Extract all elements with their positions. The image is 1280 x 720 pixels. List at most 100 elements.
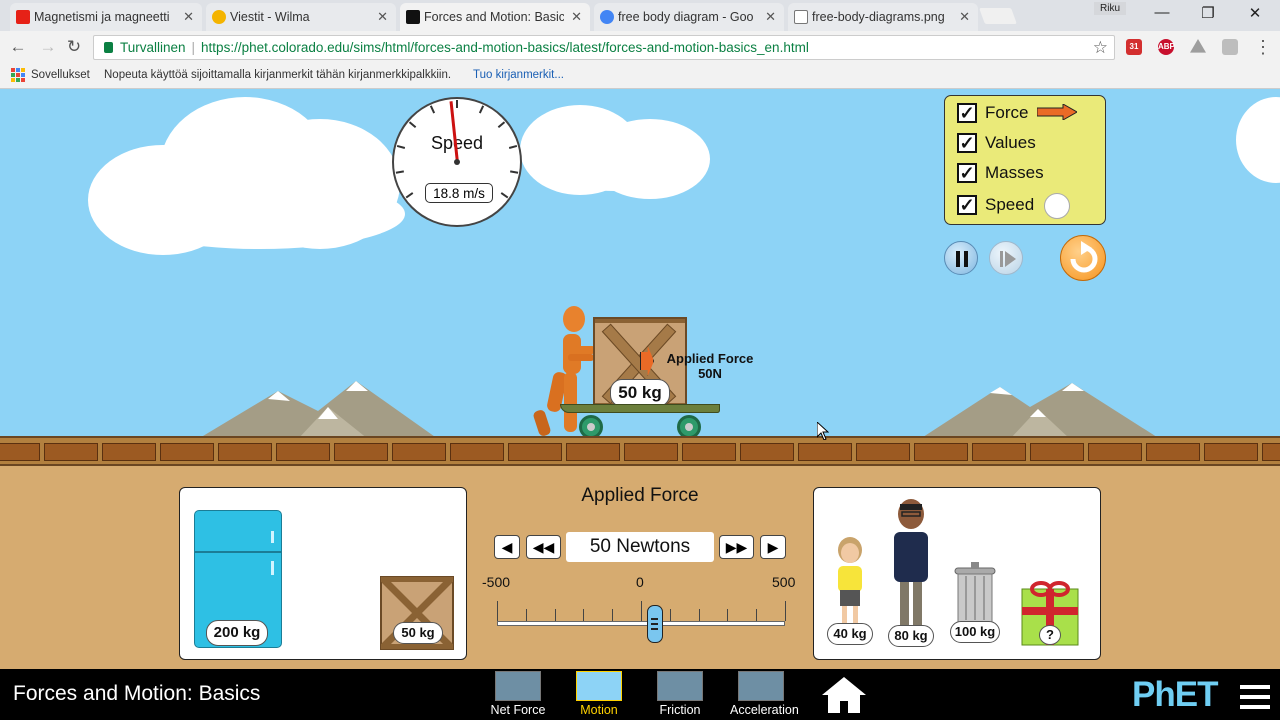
step-icon — [1000, 251, 1016, 267]
mouse-cursor-icon — [817, 422, 829, 440]
tab-friction[interactable]: Friction — [649, 671, 711, 717]
slider-tick — [583, 609, 585, 621]
menu-icon[interactable] — [1240, 685, 1270, 709]
increase-large-button[interactable]: ▶▶ — [719, 535, 754, 559]
forward-icon[interactable]: → — [38, 37, 58, 57]
tab-wilma[interactable]: Viestit - Wilma ✕ — [206, 3, 396, 31]
close-icon[interactable]: ✕ — [183, 9, 194, 25]
url-input[interactable]: Turvallinen | https://phet.colorado.edu/… — [93, 35, 1115, 60]
left-objects-box: 200 kg 50 kg — [179, 487, 467, 660]
slider-tick — [727, 609, 729, 621]
tab-title: Viestit - Wilma — [230, 10, 310, 24]
drive-icon[interactable] — [1190, 39, 1206, 53]
mountains-left — [198, 381, 438, 439]
tab-youtube[interactable]: Magnetismi ja magneetti ✕ — [10, 3, 202, 31]
bookmarks-bar: Sovellukset Nopeuta käyttöä sijoittamall… — [0, 63, 1280, 89]
applied-force-annotation: Applied Force 50N — [666, 351, 754, 381]
track-brick — [566, 443, 620, 461]
force-checkbox[interactable]: ✓ Force — [957, 101, 1028, 125]
slider-max-label: 500 — [772, 574, 796, 590]
file-icon — [794, 10, 808, 24]
close-icon[interactable]: ✕ — [571, 9, 582, 25]
slider-tick — [612, 609, 614, 621]
track-brick — [0, 443, 40, 461]
checkmark-icon: ✓ — [957, 103, 977, 123]
bookmark-star-icon[interactable]: ☆ — [1093, 38, 1108, 58]
pause-icon — [956, 251, 968, 267]
track-brick — [972, 443, 1026, 461]
skateboard — [560, 404, 720, 413]
man-mass-label: 80 kg — [888, 625, 934, 647]
pdf-icon[interactable] — [1222, 39, 1238, 55]
reset-icon — [1070, 241, 1098, 273]
applied-force-slider-thumb[interactable] — [647, 605, 664, 643]
step-button[interactable] — [989, 241, 1023, 275]
close-icon[interactable]: ✕ — [765, 9, 776, 25]
decrease-large-button[interactable]: ◀◀ — [526, 535, 561, 559]
slider-tick — [525, 609, 527, 621]
reload-icon[interactable]: ↻ — [64, 37, 84, 57]
decrease-small-button[interactable]: ◀ — [494, 535, 520, 559]
speed-readout: 18.8 m/s — [425, 183, 493, 203]
tab-forces-motion[interactable]: Forces and Motion: Basic ✕ — [400, 3, 590, 31]
back-icon[interactable]: ← — [8, 37, 28, 57]
bookmarks-hint: Nopeuta käyttöä sijoittamalla kirjanmerk… — [104, 69, 452, 81]
tab-label: Net Force — [490, 703, 546, 717]
new-tab-button[interactable] — [979, 8, 1017, 24]
tab-title: free body diagram - Goo — [618, 10, 754, 24]
increase-small-button[interactable]: ▶ — [760, 535, 786, 559]
checkmark-icon: ✓ — [957, 133, 977, 153]
track-brick — [1088, 443, 1142, 461]
wilma-icon — [212, 10, 226, 24]
extension-calendar-icon[interactable]: 31 — [1126, 39, 1142, 55]
adblock-icon[interactable]: ABP — [1158, 39, 1175, 55]
lock-icon — [104, 42, 113, 53]
friction-thumbnail — [657, 671, 703, 701]
tab-google-search[interactable]: free body diagram - Goo ✕ — [594, 3, 784, 31]
man-figure[interactable] — [888, 498, 934, 638]
tab-title: Forces and Motion: Basic — [424, 10, 564, 24]
slider-tick — [756, 609, 758, 621]
phet-logo[interactable]: PhET — [1132, 675, 1218, 715]
right-objects-box: 40 kg 80 kg 100 kg ? — [813, 487, 1101, 660]
tab-motion[interactable]: Motion — [568, 671, 630, 717]
pause-button[interactable] — [944, 241, 978, 275]
chrome-menu-icon[interactable]: ⋮ — [1253, 37, 1273, 58]
restore-icon[interactable]: ❐ — [1193, 4, 1223, 22]
apps-grid-icon[interactable] — [11, 68, 25, 82]
close-icon[interactable]: ✕ — [377, 9, 388, 25]
checkmark-icon: ✓ — [957, 163, 977, 183]
girl-mass-label: 40 kg — [827, 623, 873, 645]
values-checkbox[interactable]: ✓ Values — [957, 131, 1036, 155]
track-brick — [102, 443, 156, 461]
refrigerator-mass-label: 200 kg — [206, 620, 268, 646]
track-brick — [740, 443, 794, 461]
window-close-icon[interactable]: ✕ — [1240, 4, 1270, 22]
applied-force-value-field[interactable]: 50 Newtons — [566, 532, 714, 562]
user-badge[interactable]: Riku — [1094, 2, 1127, 15]
applied-force-slider-track[interactable] — [497, 621, 785, 626]
tab-image-file[interactable]: free-body-diagrams.png ✕ — [788, 3, 978, 31]
girl-figure[interactable] — [830, 536, 870, 632]
motion-thumbnail — [576, 671, 622, 701]
tab-net-force[interactable]: Net Force — [487, 671, 549, 717]
reset-button[interactable] — [1060, 235, 1106, 281]
minimize-icon[interactable]: — — [1147, 4, 1177, 21]
close-icon[interactable]: ✕ — [959, 9, 970, 25]
home-icon[interactable] — [822, 677, 866, 713]
ground-track — [0, 436, 1280, 466]
masses-checkbox[interactable]: ✓ Masses — [957, 161, 1044, 185]
trash-can-mass-label: 100 kg — [950, 621, 1000, 643]
option-label: Force — [985, 103, 1029, 122]
address-bar: ← → ↻ Turvallinen | https://phet.colorad… — [0, 31, 1280, 63]
slider-tick — [554, 609, 556, 621]
speed-checkbox[interactable]: ✓ Speed — [957, 193, 1034, 217]
acceleration-thumbnail — [738, 671, 784, 701]
apps-link[interactable]: Sovellukset — [31, 69, 90, 81]
phet-icon — [406, 10, 420, 24]
import-bookmarks-link[interactable]: Tuo kirjanmerkit... — [473, 69, 564, 81]
url-separator: | — [191, 40, 196, 55]
tab-acceleration[interactable]: Acceleration — [730, 671, 799, 717]
trash-can[interactable] — [951, 562, 999, 624]
crate-mass-label: 50 kg — [610, 379, 670, 407]
